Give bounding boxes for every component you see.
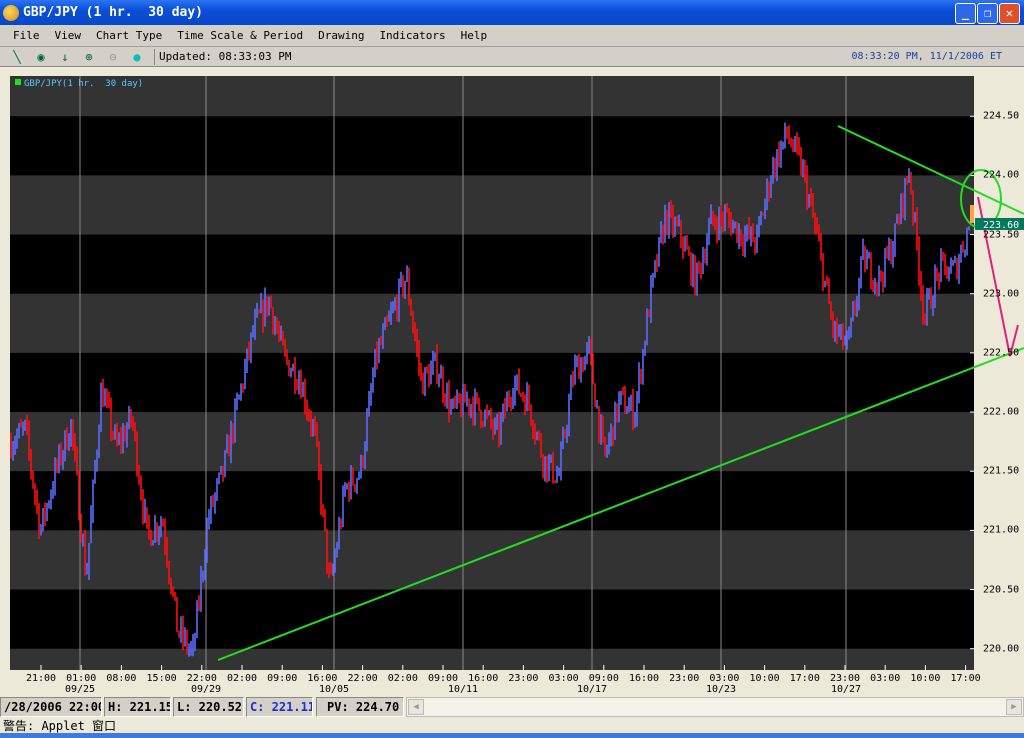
x-tick-label: 17:00 [950, 673, 981, 684]
target-icon[interactable]: ◉ [34, 50, 48, 64]
scroll-left-button[interactable]: ◀ [408, 699, 424, 715]
date-label: 10/05 [318, 684, 350, 695]
y-tick-label: 222.50 [983, 347, 1020, 359]
app-icon [3, 4, 19, 21]
chart-band [10, 76, 974, 117]
date-label: 09/29 [190, 684, 222, 695]
minimize-button[interactable]: _ [955, 3, 976, 24]
chart-band [10, 175, 974, 235]
y-tick-label: 221.50 [983, 465, 1020, 477]
x-tick-label: 17:00 [789, 673, 820, 684]
date-label: 10/23 [705, 684, 737, 695]
toolbar-divider [154, 48, 155, 65]
x-tick-label: 02:00 [226, 673, 258, 684]
clock: 08:33:20 PM, 11/1/2006 ET [851, 51, 1002, 62]
zoom-in-icon[interactable]: ⊕ [82, 50, 96, 64]
chart-band [10, 648, 974, 670]
y-tick-label: 223.50 [983, 229, 1020, 241]
menu-chart-type[interactable]: Chart Type [96, 29, 162, 42]
x-tick-label: 23:00 [669, 673, 700, 684]
chart-band [10, 412, 974, 472]
status-close: C: 221.11 [246, 697, 313, 717]
x-tick-label: 09:00 [427, 673, 459, 684]
x-tick-label: 21:00 [25, 673, 57, 684]
applet-warning: 警告: Applet 窗口 [3, 719, 117, 733]
menu-drawing[interactable]: Drawing [318, 29, 364, 42]
price-chart[interactable]: GBP/JPY(1 hr. 30 day) 223.60 [0, 67, 1024, 673]
taskbar-edge [0, 733, 1024, 738]
date-label: 10/27 [830, 684, 862, 695]
line-tool-icon[interactable]: ╲ [10, 50, 24, 64]
horizontal-scrollbar[interactable]: ◀ ▶ [406, 697, 1024, 717]
x-tick-label: 03:00 [870, 673, 901, 684]
chart-legend-swatch [15, 79, 21, 85]
y-tick-label: 221.00 [983, 524, 1020, 536]
down-arrow-icon[interactable]: ↓ [58, 50, 72, 64]
x-tick-label: 09:00 [267, 673, 298, 684]
updated-time: Updated: 08:33:03 PM [159, 50, 292, 63]
y-tick-label: 223.00 [983, 288, 1020, 300]
status-low: L: 220.52 [173, 697, 244, 717]
x-tick-label: 03:00 [548, 673, 579, 684]
x-tick-label: 01:00 [66, 673, 97, 684]
x-tick-label: 09:00 [588, 673, 619, 684]
zoom-out-icon[interactable]: ⊖ [106, 50, 120, 64]
x-tick-label: 02:00 [387, 673, 418, 684]
status-pv: PV: 224.70 [316, 697, 404, 717]
y-tick-label: 224.00 [983, 169, 1020, 181]
y-tick-label: 222.00 [983, 406, 1020, 418]
x-tick-label: 03:00 [709, 673, 740, 684]
status-high: H: 221.15 [104, 697, 171, 717]
menu-bar: File View Chart Type Time Scale & Period… [0, 25, 1024, 47]
restore-button[interactable]: ❐ [977, 3, 998, 24]
x-tick-label: 22:00 [347, 673, 378, 684]
x-tick-label: 08:00 [106, 673, 137, 684]
date-label: 10/17 [576, 684, 608, 695]
status-dot-icon: ● [133, 49, 141, 64]
window-title: GBP/JPY (1 hr. 30 day) [23, 5, 204, 20]
x-tick-label: 10:00 [749, 673, 780, 684]
x-tick-label: 10:00 [910, 673, 941, 684]
x-tick-label: 15:00 [146, 673, 177, 684]
x-tick-label: 22:00 [186, 673, 217, 684]
x-tick-label: 16:00 [307, 673, 338, 684]
menu-view[interactable]: View [55, 29, 82, 42]
x-tick-label: 16:00 [468, 673, 499, 684]
y-axis-panel [974, 67, 1024, 673]
x-tick-label: 23:00 [829, 673, 861, 684]
title-bar: GBP/JPY (1 hr. 30 day) _ ❐ ✕ [0, 0, 1024, 25]
last-candle [970, 205, 974, 223]
menu-help[interactable]: Help [461, 29, 488, 42]
date-label: 10/11 [447, 684, 479, 695]
y-tick-label: 220.50 [983, 584, 1020, 596]
close-button[interactable]: ✕ [999, 3, 1020, 24]
date-label: 09/25 [64, 684, 96, 695]
status-date: /28/2006 22:00 [0, 697, 102, 717]
scroll-right-button[interactable]: ▶ [1006, 699, 1022, 715]
x-tick-label: 16:00 [628, 673, 660, 684]
x-tick-label: 23:00 [508, 673, 539, 684]
menu-indicators[interactable]: Indicators [379, 29, 445, 42]
y-tick-label: 220.00 [983, 643, 1020, 655]
chart-legend: GBP/JPY(1 hr. 30 day) [24, 79, 143, 89]
y-tick-label: 224.50 [983, 110, 1020, 122]
toolbar: ╲ ◉ ↓ ⊕ ⊖ ● Updated: 08:33:03 PM 08:33:2… [0, 47, 1024, 67]
menu-time-scale[interactable]: Time Scale & Period [177, 29, 303, 42]
menu-file[interactable]: File [13, 29, 40, 42]
